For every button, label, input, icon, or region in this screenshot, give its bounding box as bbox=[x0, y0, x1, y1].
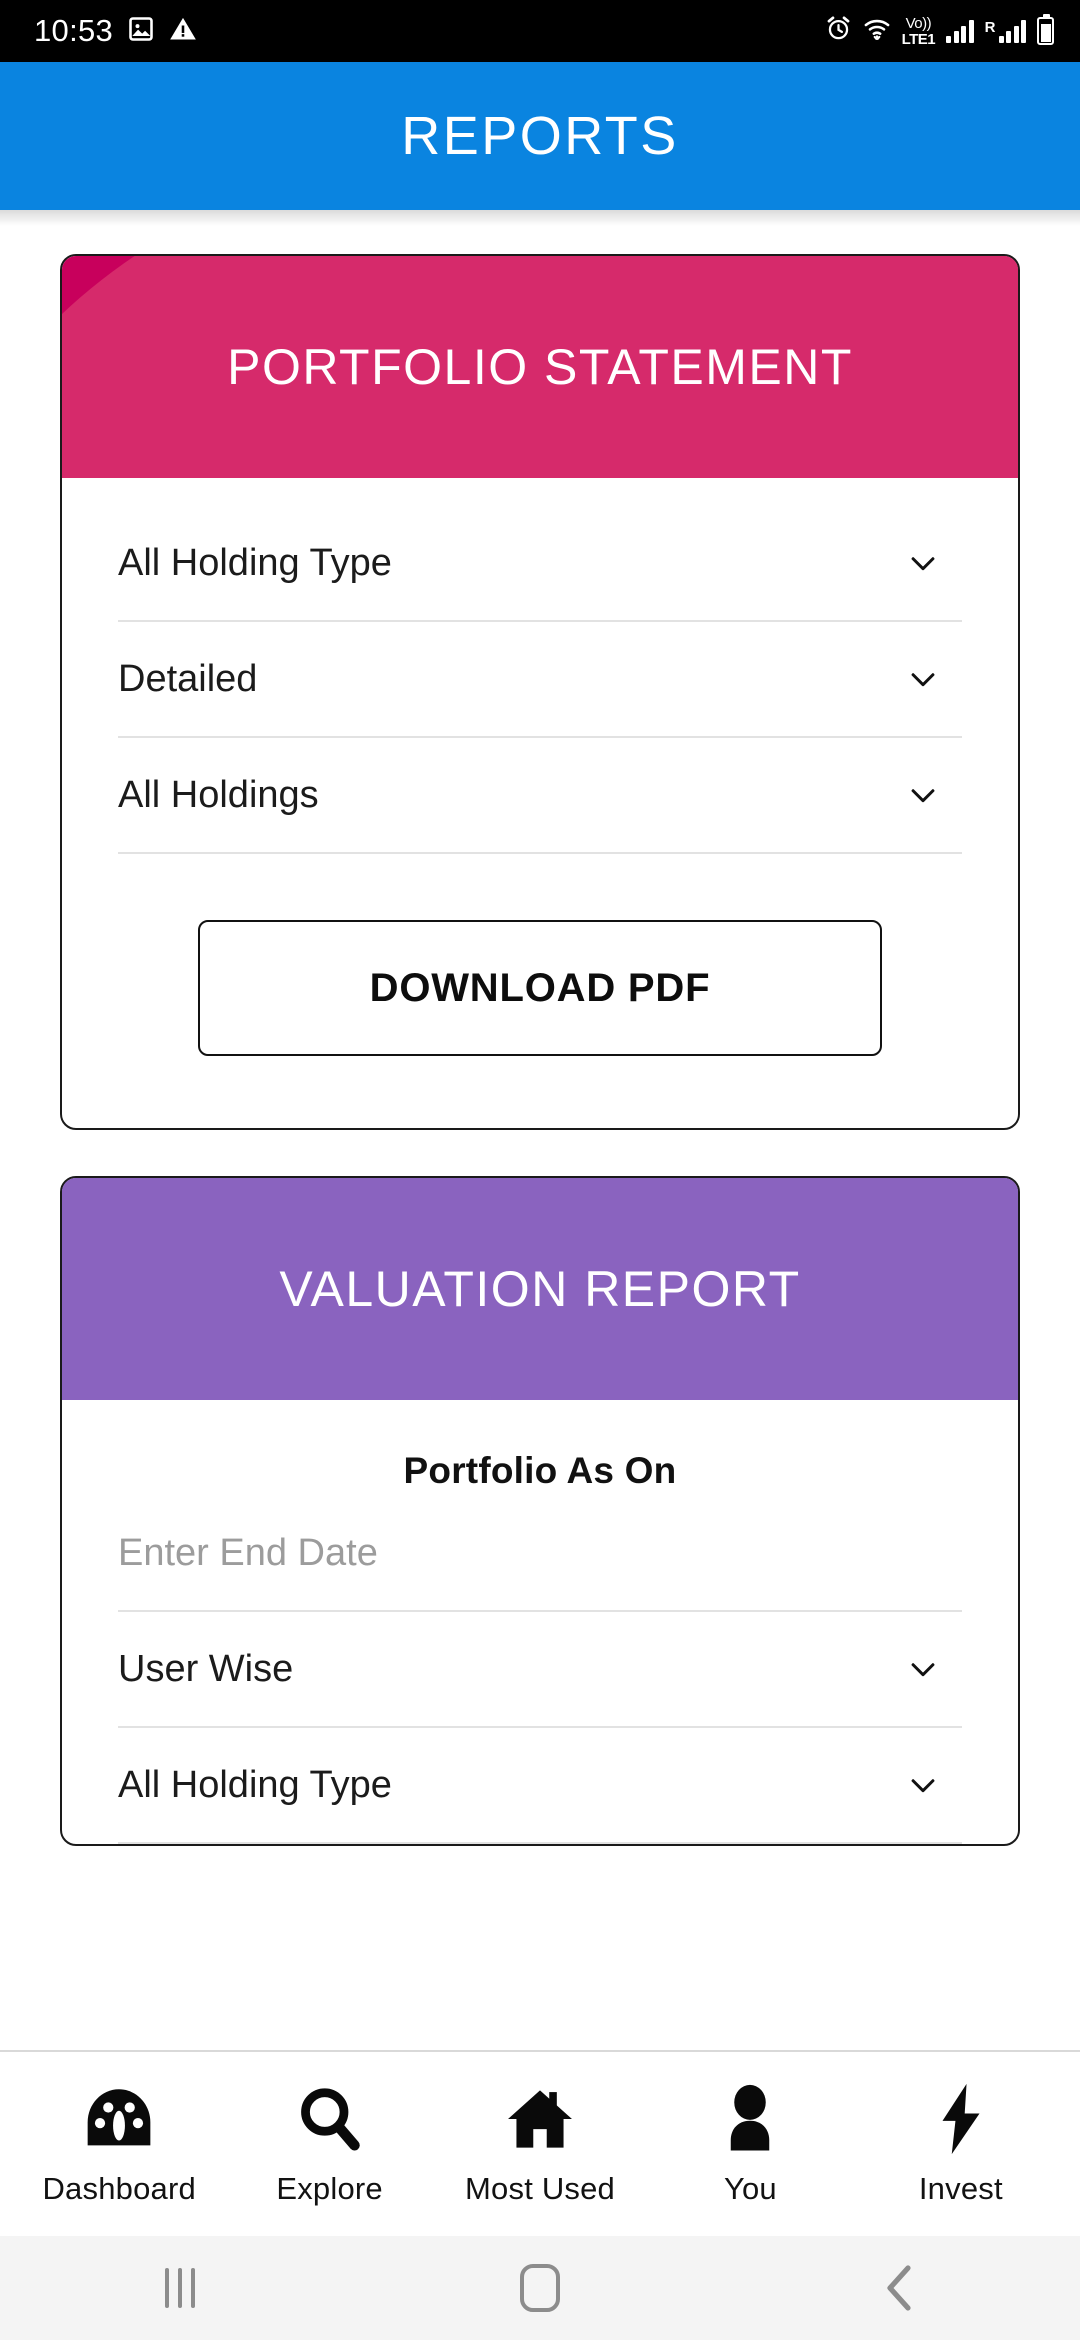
holdings-scope-value: All Holdings bbox=[118, 773, 319, 816]
nav-item-invest[interactable]: Invest bbox=[856, 2081, 1066, 2207]
end-date-placeholder: Enter End Date bbox=[118, 1531, 378, 1574]
back-chevron-icon[interactable] bbox=[810, 2264, 990, 2312]
end-date-input[interactable]: Enter End Date bbox=[118, 1496, 962, 1612]
valuation-report-card: VALUATION REPORT Portfolio As On Enter E… bbox=[60, 1176, 1020, 1846]
nav-item-most-used[interactable]: Most Used bbox=[435, 2081, 645, 2207]
holding-type-value: All Holding Type bbox=[118, 541, 392, 584]
valuation-report-header: VALUATION REPORT bbox=[62, 1178, 1018, 1400]
nav-label-dashboard: Dashboard bbox=[42, 2171, 196, 2206]
recents-icon[interactable] bbox=[90, 2268, 270, 2308]
report-detail-value: Detailed bbox=[118, 657, 258, 700]
portfolio-statement-body: All Holding Type Detailed All Holdings D… bbox=[62, 478, 1018, 1128]
lightning-bolt-icon bbox=[935, 2081, 987, 2157]
system-navigation-bar bbox=[0, 2236, 1080, 2340]
status-bar-left: 10:53 bbox=[34, 13, 197, 49]
user-wise-value: User Wise bbox=[118, 1647, 294, 1690]
signal-icon bbox=[946, 19, 974, 43]
valuation-report-title: VALUATION REPORT bbox=[279, 1261, 801, 1317]
nav-item-explore[interactable]: Explore bbox=[224, 2081, 434, 2207]
chevron-down-icon[interactable] bbox=[906, 1652, 940, 1686]
status-bar: 10:53 Vo)) LTE1 R bbox=[0, 0, 1080, 62]
holdings-scope-dropdown[interactable]: All Holdings bbox=[118, 738, 962, 854]
portfolio-statement-header: PORTFOLIO STATEMENT bbox=[62, 256, 1018, 478]
alarm-icon bbox=[825, 15, 852, 47]
app-bar: REPORTS bbox=[0, 62, 1080, 210]
dashboard-gauge-icon bbox=[82, 2081, 156, 2157]
status-bar-right: Vo)) LTE1 R bbox=[825, 14, 1054, 48]
battery-icon bbox=[1037, 14, 1054, 45]
report-detail-dropdown[interactable]: Detailed bbox=[118, 622, 962, 738]
holding-type-dropdown[interactable]: All Holding Type bbox=[118, 506, 962, 622]
phone-screen: 10:53 Vo)) LTE1 R REPORTS PORTFOLIO STAT… bbox=[0, 0, 1080, 2340]
page-title: REPORTS bbox=[401, 106, 679, 166]
valuation-holding-type-dropdown[interactable]: All Holding Type bbox=[118, 1728, 962, 1844]
person-icon bbox=[719, 2081, 781, 2157]
roaming-signal-icon: R bbox=[985, 19, 1026, 43]
valuation-report-body: Portfolio As On Enter End Date User Wise… bbox=[62, 1400, 1018, 1844]
bottom-navigation: Dashboard Explore Most Used You Invest bbox=[0, 2050, 1080, 2236]
scroll-content[interactable]: PORTFOLIO STATEMENT All Holding Type Det… bbox=[0, 210, 1080, 2050]
portfolio-statement-card: PORTFOLIO STATEMENT All Holding Type Det… bbox=[60, 254, 1020, 1130]
nav-label-invest: Invest bbox=[918, 2171, 1003, 2206]
download-pdf-button[interactable]: DOWNLOAD PDF bbox=[198, 920, 882, 1056]
status-clock: 10:53 bbox=[34, 13, 114, 48]
chevron-down-icon[interactable] bbox=[906, 1768, 940, 1802]
nav-label-explore: Explore bbox=[276, 2171, 383, 2206]
chevron-down-icon[interactable] bbox=[906, 778, 940, 812]
valuation-holding-type-value: All Holding Type bbox=[118, 1763, 392, 1806]
image-icon bbox=[127, 15, 155, 48]
nav-item-dashboard[interactable]: Dashboard bbox=[14, 2081, 224, 2207]
chevron-down-icon[interactable] bbox=[906, 546, 940, 580]
portfolio-statement-title: PORTFOLIO STATEMENT bbox=[227, 339, 853, 395]
home-circle-icon[interactable] bbox=[450, 2264, 630, 2312]
search-icon bbox=[295, 2081, 365, 2157]
nav-item-you[interactable]: You bbox=[645, 2081, 855, 2207]
portfolio-as-on-label: Portfolio As On bbox=[403, 1450, 677, 1491]
volte-icon: Vo)) LTE1 bbox=[901, 14, 936, 48]
user-wise-dropdown[interactable]: User Wise bbox=[118, 1612, 962, 1728]
wifi-icon bbox=[863, 15, 891, 48]
nav-label-most-used: Most Used bbox=[465, 2171, 615, 2206]
download-button-row: DOWNLOAD PDF bbox=[118, 854, 962, 1128]
warning-triangle-icon bbox=[169, 15, 197, 48]
chevron-down-icon[interactable] bbox=[906, 662, 940, 696]
nav-label-you: You bbox=[723, 2171, 777, 2206]
home-icon bbox=[503, 2081, 577, 2157]
